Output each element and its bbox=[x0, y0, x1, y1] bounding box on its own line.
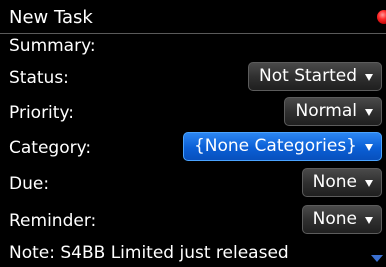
scroll-down-arrow-icon bbox=[371, 255, 383, 262]
screen-title: New Task bbox=[9, 7, 93, 28]
category-dropdown[interactable]: {None Categories} bbox=[182, 132, 382, 161]
red-dot-icon bbox=[377, 10, 386, 24]
dropdown-caret-icon bbox=[365, 109, 373, 116]
category-row: Category: {None Categories} bbox=[0, 132, 386, 164]
category-value: {None Categories} bbox=[193, 136, 357, 156]
status-label: Status: bbox=[9, 68, 69, 88]
status-row: Status: Not Started bbox=[0, 62, 386, 94]
status-dropdown[interactable]: Not Started bbox=[248, 62, 382, 91]
category-label: Category: bbox=[9, 138, 92, 158]
dropdown-caret-icon bbox=[365, 180, 373, 187]
due-value: None bbox=[312, 172, 357, 192]
reminder-label: Reminder: bbox=[9, 211, 97, 231]
priority-label: Priority: bbox=[9, 103, 74, 123]
dropdown-caret-icon bbox=[365, 144, 373, 151]
title-bar: New Task bbox=[0, 0, 386, 34]
reminder-row: Reminder: None bbox=[0, 205, 386, 237]
reminder-value: None bbox=[312, 209, 357, 229]
due-row: Due: None bbox=[0, 168, 386, 200]
status-value: Not Started bbox=[259, 66, 357, 86]
note-text[interactable]: Note: S4BB Limited just released bbox=[9, 242, 289, 264]
summary-input[interactable] bbox=[118, 36, 380, 55]
dropdown-caret-icon bbox=[365, 217, 373, 224]
priority-dropdown[interactable]: Normal bbox=[284, 97, 382, 126]
reminder-dropdown[interactable]: None bbox=[301, 205, 382, 234]
summary-label: Summary: bbox=[9, 36, 96, 56]
priority-value: Normal bbox=[295, 101, 357, 121]
priority-row: Priority: Normal bbox=[0, 97, 386, 129]
dropdown-caret-icon bbox=[365, 74, 373, 81]
due-label: Due: bbox=[9, 174, 50, 194]
due-dropdown[interactable]: None bbox=[301, 168, 382, 197]
